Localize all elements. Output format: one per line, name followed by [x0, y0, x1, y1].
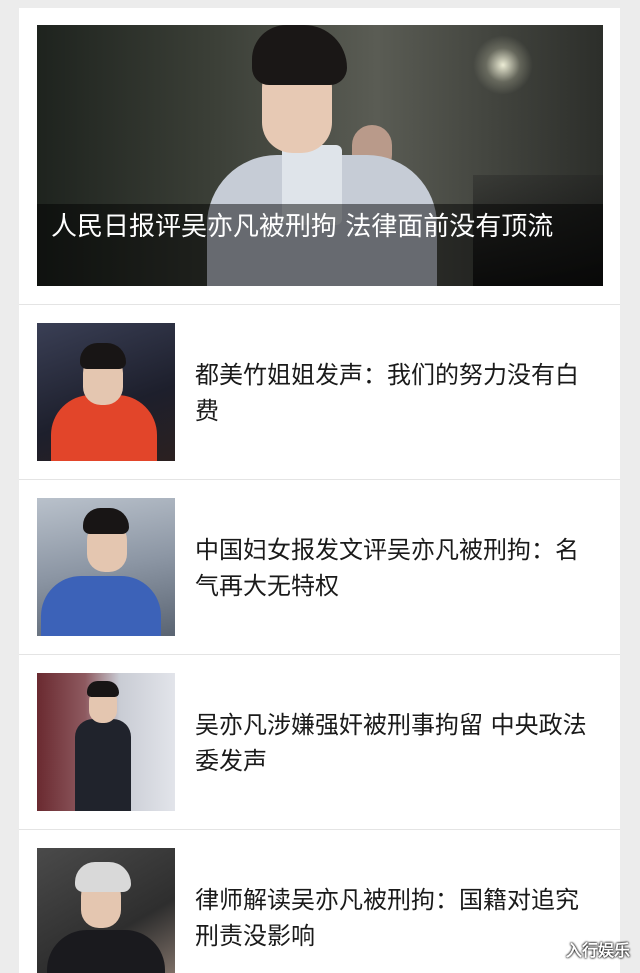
watermark-text: 入行娱乐	[565, 941, 630, 960]
featured-article[interactable]: 人民日报评吴亦凡被刑拘 法律面前没有顶流	[37, 25, 603, 286]
watermark: 入行娱乐	[566, 937, 630, 961]
article-item[interactable]: 都美竹姐姐发声：我们的努力没有白费	[19, 305, 620, 479]
article-item[interactable]: 中国妇女报发文评吴亦凡被刑拘：名气再大无特权	[19, 480, 620, 654]
article-thumbnail	[37, 323, 175, 461]
article-title: 律师解读吴亦凡被刑拘：国籍对追究刑责没影响	[195, 886, 579, 950]
featured-caption: 人民日报评吴亦凡被刑拘 法律面前没有顶流	[51, 212, 554, 242]
article-thumbnail	[37, 498, 175, 636]
article-title: 吴亦凡涉嫌强奸被刑事拘留 中央政法委发声	[195, 711, 587, 775]
article-item[interactable]: 吴亦凡涉嫌强奸被刑事拘留 中央政法委发声	[19, 655, 620, 829]
article-title: 中国妇女报发文评吴亦凡被刑拘：名气再大无特权	[195, 536, 579, 600]
ceiling-light-graphic	[473, 35, 533, 95]
article-thumbnail	[37, 673, 175, 811]
news-list-card: 人民日报评吴亦凡被刑拘 法律面前没有顶流 都美竹姐姐发声：我们的努力没有白费 中…	[19, 8, 620, 973]
article-item[interactable]: 律师解读吴亦凡被刑拘：国籍对追究刑责没影响	[19, 830, 620, 973]
article-title: 都美竹姐姐发声：我们的努力没有白费	[195, 361, 579, 425]
article-thumbnail	[37, 848, 175, 973]
